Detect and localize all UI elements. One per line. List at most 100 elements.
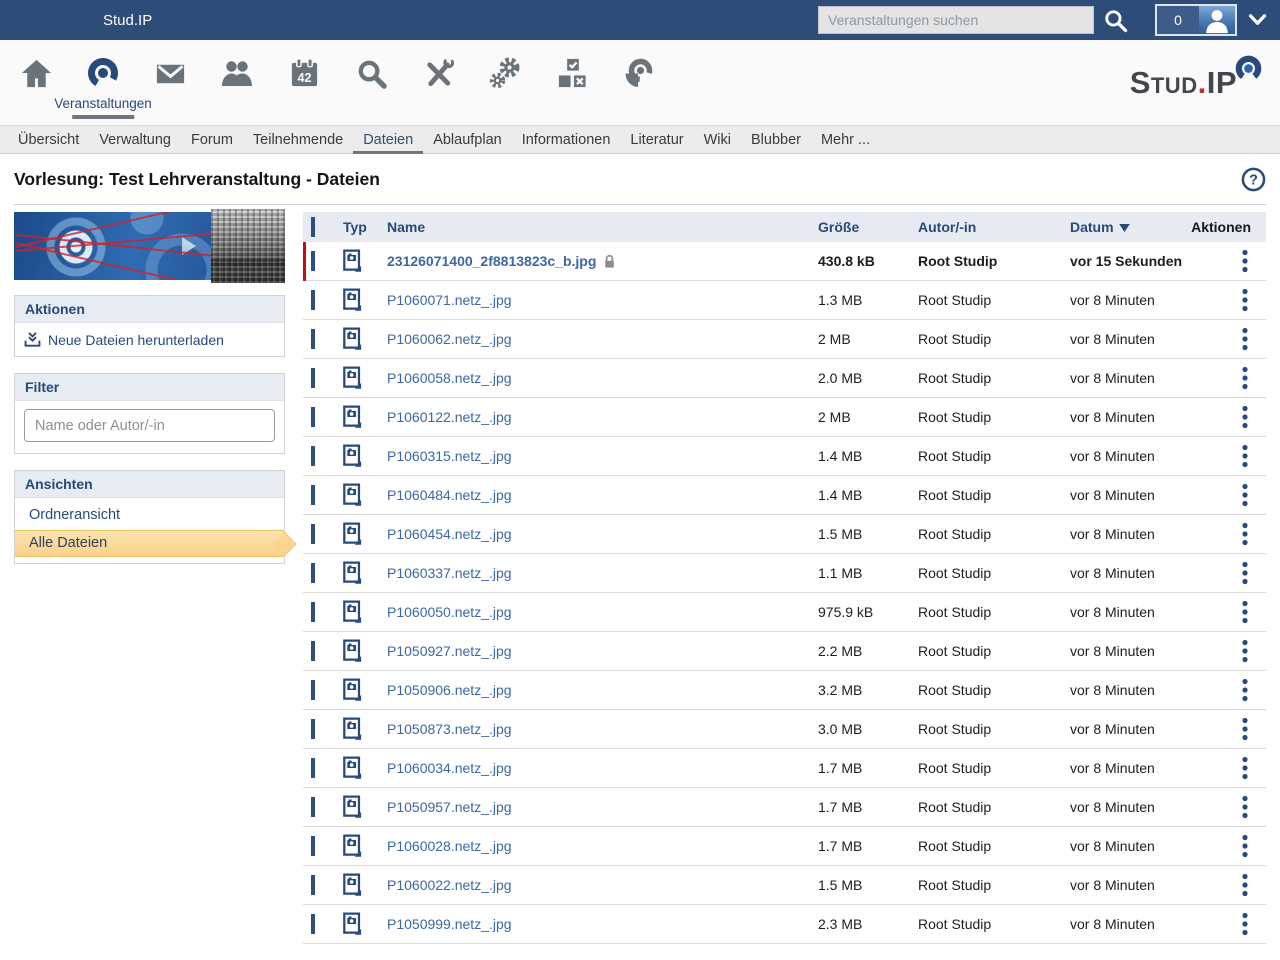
view-item-alle-dateien[interactable]: Alle Dateien bbox=[15, 530, 284, 557]
column-header-author[interactable]: Autor/-in bbox=[918, 219, 1070, 235]
tab-übersicht[interactable]: Übersicht bbox=[18, 126, 89, 153]
main-nav-search[interactable] bbox=[354, 56, 388, 90]
kebab-menu-icon[interactable] bbox=[1239, 248, 1251, 274]
tab-wiki[interactable]: Wiki bbox=[694, 126, 741, 153]
row-checkbox[interactable] bbox=[311, 368, 315, 388]
file-size: 2 MB bbox=[818, 331, 918, 347]
main-nav-tools[interactable] bbox=[421, 56, 455, 90]
row-checkbox[interactable] bbox=[311, 758, 315, 778]
course-search-input[interactable] bbox=[818, 6, 1094, 34]
row-checkbox[interactable] bbox=[311, 797, 315, 817]
file-link[interactable]: P1050999.netz_.jpg bbox=[387, 916, 512, 932]
tab-dateien[interactable]: Dateien bbox=[353, 126, 423, 153]
tab-forum[interactable]: Forum bbox=[181, 126, 243, 153]
file-link[interactable]: P1060034.netz_.jpg bbox=[387, 760, 512, 776]
kebab-menu-icon[interactable] bbox=[1239, 326, 1251, 352]
row-checkbox[interactable] bbox=[311, 680, 315, 700]
file-link[interactable]: P1060022.netz_.jpg bbox=[387, 877, 512, 893]
kebab-menu-icon[interactable] bbox=[1239, 599, 1251, 625]
kebab-menu-icon[interactable] bbox=[1239, 365, 1251, 391]
filter-input[interactable] bbox=[24, 409, 275, 442]
kebab-menu-icon[interactable] bbox=[1239, 677, 1251, 703]
main-nav-resources[interactable] bbox=[555, 56, 589, 90]
row-checkbox[interactable] bbox=[311, 836, 315, 856]
notification-count[interactable]: 0 bbox=[1157, 6, 1199, 34]
filter-widget-title: Filter bbox=[15, 374, 284, 401]
view-item-ordneransicht[interactable]: Ordneransicht bbox=[15, 503, 284, 528]
main-nav-home[interactable] bbox=[19, 56, 53, 90]
file-author: Root Studip bbox=[918, 487, 1070, 503]
column-header-size[interactable]: Größe bbox=[818, 219, 918, 235]
file-link[interactable]: P1050927.netz_.jpg bbox=[387, 643, 512, 659]
column-header-date[interactable]: Datum bbox=[1070, 219, 1190, 235]
row-checkbox[interactable] bbox=[311, 563, 315, 583]
kebab-menu-icon[interactable] bbox=[1239, 716, 1251, 742]
row-checkbox[interactable] bbox=[311, 407, 315, 427]
file-link[interactable]: P1060071.netz_.jpg bbox=[387, 292, 512, 308]
file-link[interactable]: P1060315.netz_.jpg bbox=[387, 448, 512, 464]
help-icon[interactable]: ? bbox=[1241, 167, 1266, 192]
file-link[interactable]: P1060337.netz_.jpg bbox=[387, 565, 512, 581]
chevron-down-icon[interactable] bbox=[1248, 14, 1267, 26]
kebab-menu-icon[interactable] bbox=[1239, 833, 1251, 859]
row-checkbox[interactable] bbox=[311, 446, 315, 466]
main-nav-tour[interactable] bbox=[622, 56, 656, 90]
row-checkbox[interactable] bbox=[311, 524, 315, 544]
tab-ablaufplan[interactable]: Ablaufplan bbox=[423, 126, 512, 153]
kebab-menu-icon[interactable] bbox=[1239, 560, 1251, 586]
file-link[interactable]: P1050957.netz_.jpg bbox=[387, 799, 512, 815]
kebab-menu-icon[interactable] bbox=[1239, 755, 1251, 781]
row-checkbox[interactable] bbox=[311, 641, 315, 661]
kebab-menu-icon[interactable] bbox=[1239, 521, 1251, 547]
kebab-menu-icon[interactable] bbox=[1239, 794, 1251, 820]
row-checkbox[interactable] bbox=[311, 719, 315, 739]
file-link[interactable]: P1060028.netz_.jpg bbox=[387, 838, 512, 854]
row-checkbox[interactable] bbox=[311, 602, 315, 622]
column-header-typ[interactable]: Typ bbox=[343, 219, 387, 235]
tab-blubber[interactable]: Blubber bbox=[741, 126, 811, 153]
sidebar-action-download-new-files[interactable]: Neue Dateien herunterladen bbox=[15, 323, 284, 356]
kebab-menu-icon[interactable] bbox=[1239, 911, 1251, 937]
kebab-menu-icon[interactable] bbox=[1239, 482, 1251, 508]
select-all-checkbox[interactable] bbox=[311, 217, 315, 237]
main-nav-admin-gears[interactable] bbox=[488, 56, 522, 90]
row-checkbox[interactable] bbox=[311, 329, 315, 349]
row-checkbox[interactable] bbox=[311, 290, 315, 310]
file-link[interactable]: P1060454.netz_.jpg bbox=[387, 526, 512, 542]
row-checkbox[interactable] bbox=[311, 914, 315, 934]
file-link[interactable]: P1050873.netz_.jpg bbox=[387, 721, 512, 737]
file-link[interactable]: P1060062.netz_.jpg bbox=[387, 331, 512, 347]
tab-literatur[interactable]: Literatur bbox=[620, 126, 693, 153]
file-link[interactable]: P1060484.netz_.jpg bbox=[387, 487, 512, 503]
file-link[interactable]: P1060122.netz_.jpg bbox=[387, 409, 512, 425]
main-nav-community[interactable] bbox=[220, 56, 254, 90]
row-checkbox[interactable] bbox=[311, 251, 315, 271]
row-checkbox-cell bbox=[303, 331, 343, 347]
search-icon[interactable] bbox=[1103, 8, 1128, 33]
main-nav-mail[interactable] bbox=[153, 56, 187, 90]
row-checkbox[interactable] bbox=[311, 875, 315, 895]
kebab-menu-icon[interactable] bbox=[1239, 872, 1251, 898]
avatar[interactable] bbox=[1199, 6, 1235, 34]
file-link[interactable]: P1050906.netz_.jpg bbox=[387, 682, 512, 698]
kebab-menu-icon[interactable] bbox=[1239, 287, 1251, 313]
kebab-menu-icon[interactable] bbox=[1239, 443, 1251, 469]
file-link[interactable]: P1060058.netz_.jpg bbox=[387, 370, 512, 386]
tab-teilnehmende[interactable]: Teilnehmende bbox=[243, 126, 353, 153]
kebab-menu-icon[interactable] bbox=[1239, 404, 1251, 430]
column-header-name[interactable]: Name bbox=[387, 219, 818, 235]
tab-mehr-[interactable]: Mehr ... bbox=[811, 126, 880, 153]
file-link[interactable]: P1060050.netz_.jpg bbox=[387, 604, 512, 620]
file-author: Root Studip bbox=[918, 760, 1070, 776]
tab-verwaltung[interactable]: Verwaltung bbox=[89, 126, 181, 153]
tab-informationen[interactable]: Informationen bbox=[512, 126, 621, 153]
user-menu[interactable]: 0 bbox=[1155, 4, 1237, 36]
main-nav-planner-calendar[interactable]: 42 bbox=[287, 56, 321, 90]
row-type-cell bbox=[343, 249, 387, 273]
row-checkbox[interactable] bbox=[311, 485, 315, 505]
kebab-menu-icon[interactable] bbox=[1239, 638, 1251, 664]
row-name-cell: P1060337.netz_.jpg bbox=[387, 565, 818, 581]
file-link[interactable]: 23126071400_2f8813823c_b.jpg bbox=[387, 253, 596, 269]
main-nav-seminar-spiral[interactable]: Veranstaltungen bbox=[86, 56, 120, 90]
file-pic-icon bbox=[343, 561, 362, 585]
